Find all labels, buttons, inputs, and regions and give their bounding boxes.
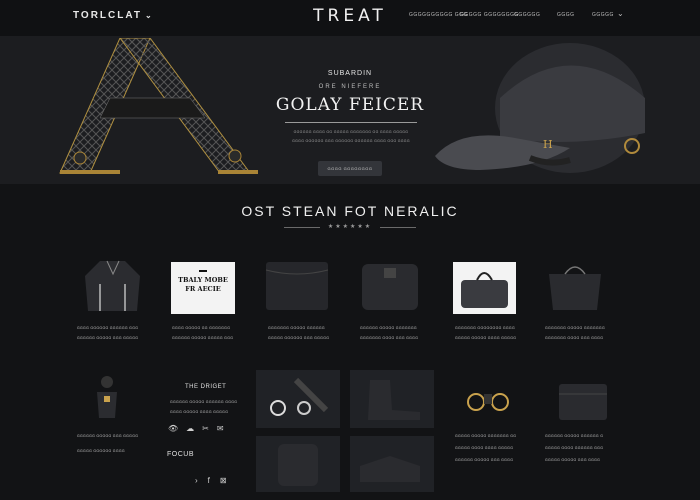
- social-icons: 👁 ☁ ✂ ✉: [168, 424, 224, 433]
- nav-link-3[interactable]: GGGGGG: [514, 12, 540, 18]
- briefcase-product-image: [461, 272, 508, 308]
- footer-icons: › f ⊠: [195, 476, 227, 485]
- product-caption: GGGGGG GGGGG GGGGG GGG: [172, 336, 234, 340]
- shoe-product-image: [360, 456, 420, 482]
- product-caption: GGGGGG GGGGG GGGGGGG: [360, 326, 417, 330]
- hero-frame-structure-image: [59, 38, 258, 174]
- image-tile[interactable]: [256, 370, 340, 428]
- lower-caption: GGGGGG GGGGG GGG GGGGG: [77, 434, 139, 438]
- lower-caption: GGGGG GGGG GGGGGG GGG: [545, 446, 604, 450]
- product-caption: GGGGG GGGGGG GGG GGGGG: [268, 336, 330, 340]
- lower-mid-caption: GGGGGG GGGGG GGGGGG GGGG: [170, 400, 238, 404]
- product-caption: GGGG GGGGGG GGGGGG GGG: [77, 326, 139, 330]
- product-caption: GGGGGGG GGGGGGGG GGGG: [455, 326, 515, 330]
- nav-link-4[interactable]: GGGG: [557, 12, 575, 18]
- boot-product-image: [368, 380, 420, 420]
- lower-caption: GGGGGG GGGGG GGGGGG G: [545, 434, 604, 438]
- share-icon[interactable]: ⊠: [220, 476, 227, 485]
- hero-description-line: GGGGGG GGGG GG GGGGG GGGGGGG GG GGGG GGG…: [293, 130, 409, 134]
- earrings-product-image[interactable]: [458, 378, 518, 426]
- product-caption: GGGGGGG GGGGG GGGGGGG: [545, 326, 605, 330]
- product-caption: GGGGGG GGGGG GGG GGGGG: [77, 336, 139, 340]
- mail-icon[interactable]: ✉: [217, 424, 224, 433]
- lower-caption: GGGGGG GGGGG GGG GGGG: [455, 458, 514, 462]
- lower-caption: GGGGG GGGGGG GGGG: [77, 449, 125, 453]
- tote-product-image[interactable]: [539, 256, 615, 320]
- ring-product-image: [270, 377, 329, 416]
- bag-product-image[interactable]: [354, 256, 430, 320]
- folio-product-image[interactable]: [553, 378, 613, 426]
- hero-divider: [285, 122, 417, 123]
- product-caption: GGGGGGG GGGG GGG GGGG: [360, 336, 419, 340]
- arrow-icon[interactable]: ›: [195, 476, 198, 485]
- chevron-down-icon[interactable]: ⌄: [617, 9, 624, 18]
- promo-dash: [199, 270, 207, 272]
- facebook-icon[interactable]: f: [208, 476, 210, 485]
- cloud-icon[interactable]: ☁: [186, 424, 194, 433]
- lower-caption: GGGGG GGGGG GGG GGGG: [545, 458, 601, 462]
- jacket-product-image[interactable]: [75, 256, 151, 320]
- nav-link-5[interactable]: GGGGG: [592, 12, 614, 18]
- section-title: OST STEAN FOT NERALIC: [241, 203, 459, 219]
- product-caption: GGGG GGGGG GG GGGGGGG: [172, 326, 231, 330]
- hero-title: GOLAY FEICER: [275, 95, 425, 115]
- lower-caption: GGGGG GGGGG GGGGGGG GG: [455, 434, 517, 438]
- hero-description-line: GGGG GGGGGG GGG GGGGGG GGGGGG GGGG GGG G…: [292, 139, 410, 143]
- footer-title: FOCUB: [167, 451, 194, 458]
- section-divider: [380, 227, 416, 228]
- promo-line-1: TBALY MOBE: [178, 276, 228, 284]
- section-divider: [284, 227, 320, 228]
- lower-mid-caption: GGGG GGGGG GGGG GGGGG: [170, 410, 229, 414]
- product-card-highlight[interactable]: [453, 262, 516, 314]
- backpack-product-image: [278, 444, 318, 486]
- image-tile[interactable]: [256, 436, 340, 492]
- hero-cap-image: H: [435, 43, 645, 173]
- hero-eyebrow: SUBARDIN: [327, 70, 373, 77]
- product-caption: GGGGG GGGGG GGGG GGGGG: [455, 336, 517, 340]
- lower-caption: GGGGG GGGG GGGG GGGGG: [455, 446, 514, 450]
- hero-subtitle: ORE NIEFERE: [318, 84, 382, 90]
- promo-line-2: FR AECIE: [185, 285, 221, 293]
- scissors-icon[interactable]: ✂: [202, 424, 209, 433]
- rating-stars-icon: ★★★★★★: [327, 224, 373, 230]
- pouch-product-image[interactable]: [258, 256, 334, 320]
- cap-monogram-icon: H: [543, 138, 553, 151]
- figurine-product-image[interactable]: [77, 368, 137, 428]
- product-caption: GGGGGGG GGGGG GGGGGG: [268, 326, 325, 330]
- image-tile[interactable]: [350, 436, 434, 492]
- product-caption: GGGGGGG GGGG GGG GGGG: [545, 336, 604, 340]
- hero-shop-button[interactable]: GGGG GGGGGGGG: [318, 161, 382, 176]
- lower-mid-title: THE DRIGET: [185, 384, 227, 390]
- nav-link-2[interactable]: GGGGG GGGGGGGG: [460, 12, 519, 18]
- promo-card[interactable]: TBALY MOBE FR AECIE: [171, 262, 235, 314]
- top-navigation-bar: TORLCLAT ⌄ TREAT GGGGGGGGGG GGG GGGGG GGG…: [0, 0, 700, 36]
- eye-icon[interactable]: 👁: [168, 424, 178, 433]
- image-tile[interactable]: [350, 370, 434, 428]
